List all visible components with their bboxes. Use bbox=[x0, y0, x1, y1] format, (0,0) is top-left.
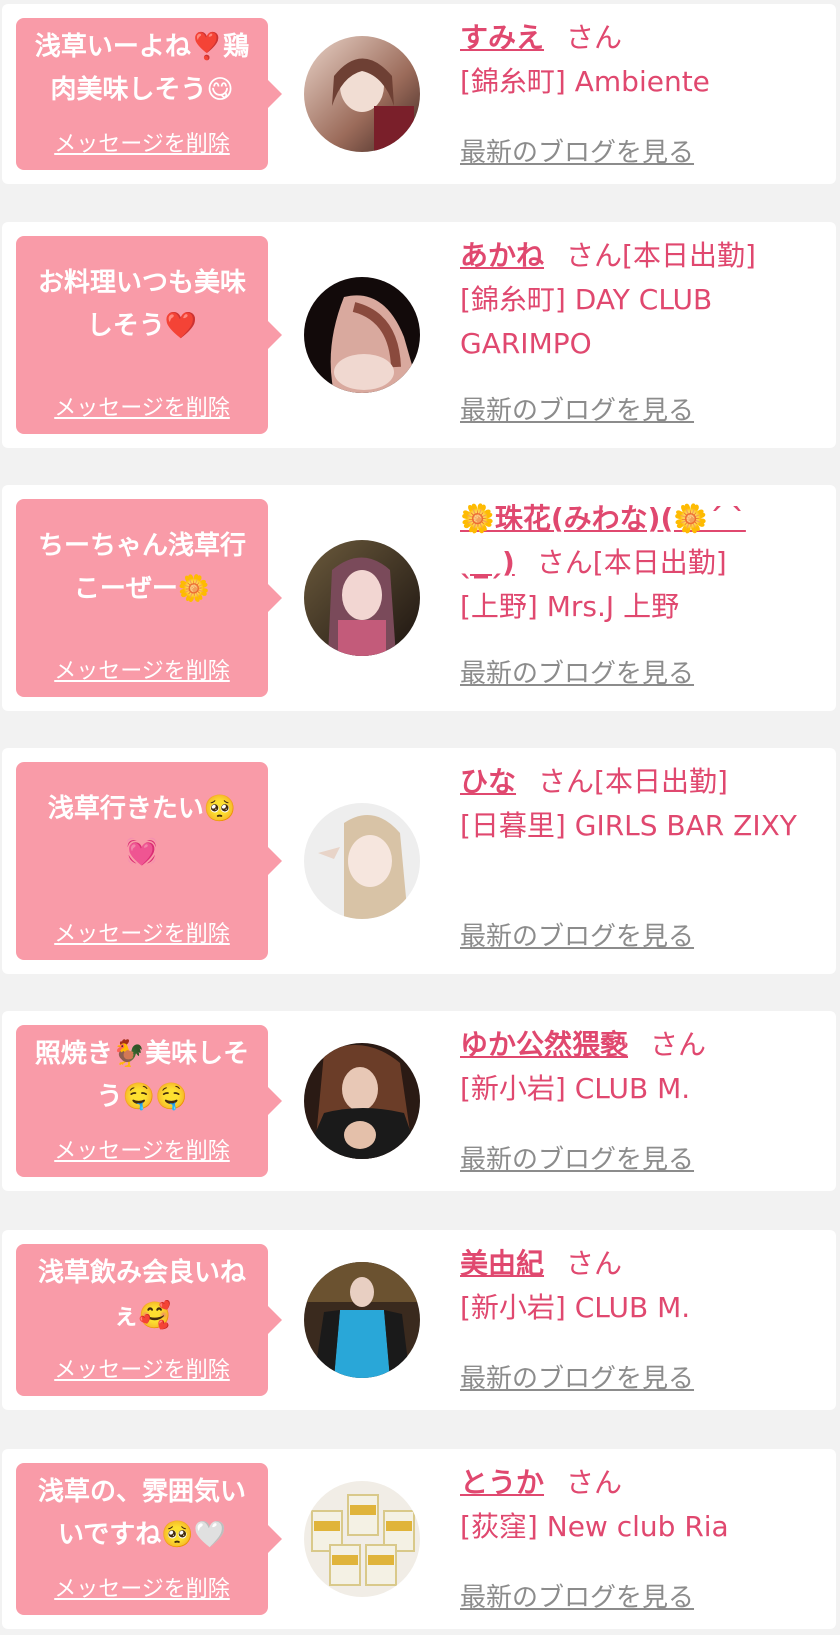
message-list: 浅草いーよね❣️鶏 肉美味しそう😋 メッセージを削除 すみえ さん [錦糸町] A… bbox=[0, 0, 840, 1635]
shop-name: [錦糸町] Ambiente bbox=[460, 65, 710, 98]
message-bubble: 浅草行きたい🥺 💓 メッセージを削除 bbox=[16, 762, 282, 960]
message-text: 浅草いーよね❣️鶏 肉美味しそう😋 bbox=[34, 32, 250, 105]
shop-name: [錦糸町] DAY CLUB GARIMPO bbox=[460, 283, 713, 360]
name-suffix: さん bbox=[650, 1028, 707, 1061]
avatar[interactable] bbox=[304, 36, 420, 152]
message-bubble: 浅草の、雰囲気い いですね🥺🤍 メッセージを削除 bbox=[16, 1463, 282, 1615]
user-name-link[interactable]: すみえ bbox=[460, 21, 544, 54]
latest-blog-link[interactable]: 最新のブログを見る bbox=[460, 1139, 694, 1176]
delete-message-link[interactable]: メッセージを削除 bbox=[16, 390, 268, 422]
list-item: 浅草行きたい🥺 💓 メッセージを削除 ひな さん[本日出勤] [日暮里] GIRL… bbox=[2, 748, 836, 974]
list-item: 浅草飲み会良いね ぇ🥰 メッセージを削除 美由紀 さん [新小岩] CLUB M.… bbox=[2, 1230, 836, 1410]
list-item: 浅草いーよね❣️鶏 肉美味しそう😋 メッセージを削除 すみえ さん [錦糸町] A… bbox=[2, 4, 836, 184]
delete-message-link[interactable]: メッセージを削除 bbox=[16, 916, 268, 948]
user-info: ゆか公然猥褻 さん [新小岩] CLUB M. bbox=[460, 1023, 800, 1111]
user-name-link[interactable]: ゆか公然猥褻 bbox=[460, 1028, 628, 1061]
name-suffix: さん[本日出勤] bbox=[536, 546, 727, 579]
message-bubble: ちーちゃん浅草行 こーぜー🌼 メッセージを削除 bbox=[16, 499, 282, 697]
user-info: 🌼珠花(みわな)(🌼ˊ ˋ ˎ_ˏ) さん[本日出勤] [上野] Mrs.J 上野 bbox=[460, 497, 800, 629]
list-item: 照焼き🐓美味しそ う🤤🤤 メッセージを削除 ゆか公然猥褻 さん [新小岩] CLU… bbox=[2, 1011, 836, 1191]
message-bubble: 浅草飲み会良いね ぇ🥰 メッセージを削除 bbox=[16, 1244, 282, 1396]
message-text: お料理いつも美味 しそう❤️ bbox=[37, 268, 246, 341]
message-text: 照焼き🐓美味しそ う🤤🤤 bbox=[34, 1039, 250, 1112]
user-name-link[interactable]: ひな bbox=[460, 765, 516, 798]
latest-blog-link[interactable]: 最新のブログを見る bbox=[460, 1577, 694, 1614]
avatar[interactable] bbox=[304, 540, 420, 656]
avatar[interactable] bbox=[304, 1043, 420, 1159]
delete-message-link[interactable]: メッセージを削除 bbox=[16, 1133, 268, 1165]
latest-blog-link[interactable]: 最新のブログを見る bbox=[460, 132, 694, 169]
user-info: とうか さん [荻窪] New club Ria bbox=[460, 1461, 800, 1549]
user-name-link[interactable]: あかね bbox=[460, 239, 544, 272]
avatar[interactable] bbox=[304, 1262, 420, 1378]
message-text: 浅草飲み会良いね ぇ🥰 bbox=[37, 1258, 246, 1331]
user-name-link[interactable]: 美由紀 bbox=[460, 1247, 544, 1280]
user-info: 美由紀 さん [新小岩] CLUB M. bbox=[460, 1242, 800, 1330]
latest-blog-link[interactable]: 最新のブログを見る bbox=[460, 1358, 694, 1395]
user-info: あかね さん[本日出勤] [錦糸町] DAY CLUB GARIMPO bbox=[460, 234, 800, 366]
shop-name: [新小岩] CLUB M. bbox=[460, 1291, 691, 1324]
name-suffix: さん[本日出勤] bbox=[566, 239, 756, 272]
delete-message-link[interactable]: メッセージを削除 bbox=[16, 126, 268, 158]
latest-blog-link[interactable]: 最新のブログを見る bbox=[460, 390, 694, 427]
shop-name: [日暮里] GIRLS BAR ZIXY bbox=[460, 809, 797, 842]
message-text: 浅草行きたい🥺 💓 bbox=[47, 794, 237, 867]
shop-name: [荻窪] New club Ria bbox=[460, 1510, 729, 1543]
avatar[interactable] bbox=[304, 803, 420, 919]
avatar[interactable] bbox=[304, 1481, 420, 1597]
latest-blog-link[interactable]: 最新のブログを見る bbox=[460, 916, 694, 953]
list-item: ちーちゃん浅草行 こーぜー🌼 メッセージを削除 🌼珠花(みわな)(🌼ˊ ˋ ˎ_… bbox=[2, 485, 836, 711]
message-bubble: 浅草いーよね❣️鶏 肉美味しそう😋 メッセージを削除 bbox=[16, 18, 282, 170]
list-item: 浅草の、雰囲気い いですね🥺🤍 メッセージを削除 とうか さん [荻窪] New … bbox=[2, 1449, 836, 1629]
name-suffix: さん[本日出勤] bbox=[538, 765, 728, 798]
delete-message-link[interactable]: メッセージを削除 bbox=[16, 1352, 268, 1384]
delete-message-link[interactable]: メッセージを削除 bbox=[16, 1571, 268, 1603]
user-name-link[interactable]: とうか bbox=[460, 1466, 544, 1499]
message-bubble: 照焼き🐓美味しそ う🤤🤤 メッセージを削除 bbox=[16, 1025, 282, 1177]
latest-blog-link[interactable]: 最新のブログを見る bbox=[460, 653, 694, 690]
message-text: ちーちゃん浅草行 こーぜー🌼 bbox=[37, 531, 246, 604]
delete-message-link[interactable]: メッセージを削除 bbox=[16, 653, 268, 685]
avatar[interactable] bbox=[304, 277, 420, 393]
shop-name: [上野] Mrs.J 上野 bbox=[460, 590, 680, 623]
name-suffix: さん bbox=[566, 1466, 623, 1499]
message-text: 浅草の、雰囲気い いですね🥺🤍 bbox=[37, 1477, 246, 1550]
user-info: ひな さん[本日出勤] [日暮里] GIRLS BAR ZIXY bbox=[460, 760, 800, 848]
list-item: お料理いつも美味 しそう❤️ メッセージを削除 あかね さん[本日出勤] [錦糸町… bbox=[2, 222, 836, 448]
name-suffix: さん bbox=[566, 21, 623, 54]
name-suffix: さん bbox=[566, 1247, 623, 1280]
user-info: すみえ さん [錦糸町] Ambiente bbox=[460, 16, 800, 104]
message-bubble: お料理いつも美味 しそう❤️ メッセージを削除 bbox=[16, 236, 282, 434]
shop-name: [新小岩] CLUB M. bbox=[460, 1072, 691, 1105]
